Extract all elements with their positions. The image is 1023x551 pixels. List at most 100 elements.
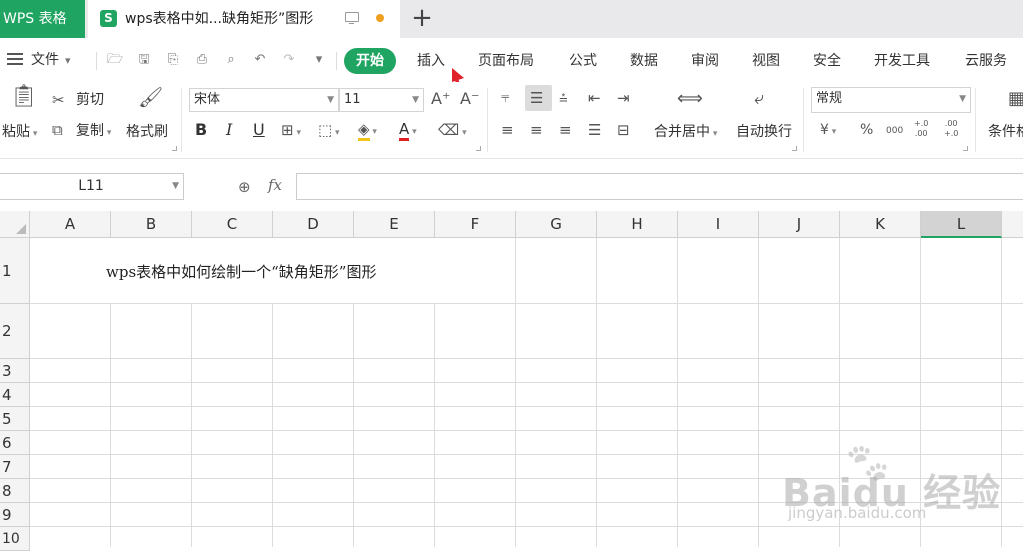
tab-review[interactable]: 审阅 <box>691 48 719 74</box>
column-header-a[interactable]: A <box>30 211 111 238</box>
conditional-format-button[interactable]: 条件格 <box>988 123 1023 141</box>
column-header-l[interactable]: L <box>921 211 1002 238</box>
decrease-decimal-button[interactable]: .00 +.0 <box>944 119 958 139</box>
align-left-icon[interactable]: ≡ <box>501 121 514 139</box>
column-header-h[interactable]: H <box>597 211 678 238</box>
column-header-b[interactable]: B <box>111 211 192 238</box>
percent-format-button[interactable]: % <box>860 121 873 139</box>
formula-input[interactable] <box>296 173 1023 200</box>
save-icon[interactable]: 🖫 <box>136 52 152 68</box>
divider <box>487 88 488 152</box>
currency-format-button[interactable]: ¥ ▾ <box>820 121 836 141</box>
cut-button[interactable]: 剪切 <box>76 91 104 109</box>
tab-data[interactable]: 数据 <box>630 48 658 74</box>
increase-decimal-button[interactable]: +.0 .00 <box>914 119 928 139</box>
chevron-down-icon: ▼ <box>327 95 334 105</box>
column-header-j[interactable]: J <box>759 211 840 238</box>
row-header-10[interactable]: 10 <box>0 527 30 551</box>
tab-security[interactable]: 安全 <box>813 48 841 74</box>
underline-button[interactable]: U <box>253 121 265 139</box>
clear-format-eraser-icon[interactable]: ⌫ ▾ <box>438 121 467 142</box>
monitor-icon[interactable] <box>345 12 359 24</box>
align-center-icon[interactable]: ≡ <box>530 121 543 139</box>
distributed-align-icon[interactable]: ⊟ <box>617 121 630 139</box>
cell-a1-text[interactable]: wps表格中如何绘制一个“缺角矩形”图形 <box>106 261 376 282</box>
tab-page-layout[interactable]: 页面布局 <box>478 48 534 74</box>
row-header-5[interactable]: 5 <box>0 407 30 431</box>
column-header-i[interactable]: I <box>678 211 759 238</box>
fill-color-icon[interactable]: ◈ ▾ <box>358 120 377 141</box>
document-tab-title: wps表格中如...缺角矩形”图形 <box>125 11 314 27</box>
name-box[interactable]: L11 ▼ <box>0 173 184 200</box>
undo-icon[interactable]: ↶ <box>252 52 268 68</box>
file-menu-button[interactable]: 文件 ▾ <box>7 48 71 72</box>
redo-icon[interactable]: ↷ <box>281 52 297 68</box>
align-right-icon[interactable]: ≡ <box>559 121 572 139</box>
font-group-expander[interactable] <box>476 146 481 151</box>
gridline <box>272 304 273 547</box>
insert-function-button[interactable]: fx <box>268 176 282 194</box>
chevron-down-icon: ▼ <box>412 95 419 105</box>
merge-center-button[interactable]: 合并居中 ▾ <box>654 123 717 143</box>
row-header-4[interactable]: 4 <box>0 383 30 407</box>
app-tab-wps-spreadsheet[interactable]: WPS 表格 <box>0 0 85 38</box>
select-all-button[interactable] <box>0 211 30 238</box>
document-tab[interactable]: S wps表格中如...缺角矩形”图形 <box>88 0 400 38</box>
paste-button[interactable]: 粘贴 ▾ <box>2 123 37 143</box>
font-size-select[interactable]: 11 ▼ <box>339 88 424 112</box>
gridline <box>677 238 678 547</box>
row-header-3[interactable]: 3 <box>0 359 30 383</box>
tab-view[interactable]: 视图 <box>752 48 780 74</box>
clipboard-group-expander[interactable] <box>172 146 177 151</box>
column-header-f[interactable]: F <box>435 211 516 238</box>
row-header-2[interactable]: 2 <box>0 304 30 359</box>
font-name-select[interactable]: 宋体 ▼ <box>189 88 339 112</box>
tab-insert[interactable]: 插入 <box>417 48 445 74</box>
wrap-text-button[interactable]: 自动换行 <box>736 123 792 141</box>
copy-button[interactable]: 复制 ▾ <box>76 122 111 142</box>
column-header-d[interactable]: D <box>273 211 354 238</box>
decrease-font-size-button[interactable]: A⁻ <box>460 90 479 108</box>
new-tab-button[interactable]: + <box>410 4 434 34</box>
spreadsheet-grid[interactable]: A B C D E F G H I J K L 1 2 3 4 5 6 7 8 … <box>0 211 1023 551</box>
cell-style-icon[interactable]: ⬚ ▾ <box>318 121 340 142</box>
print-preview-icon[interactable]: ⌕ <box>223 52 239 68</box>
tab-developer[interactable]: 开发工具 <box>874 48 930 74</box>
increase-indent-icon[interactable]: ⇥ <box>617 89 630 107</box>
number-format-select[interactable]: 常规 ▼ <box>811 87 971 113</box>
zoom-magnifier-icon[interactable]: ⊕ <box>238 178 251 196</box>
number-group-expander[interactable] <box>963 146 968 151</box>
format-painter-button[interactable]: 格式刷 <box>126 123 168 141</box>
align-bottom-icon[interactable]: ⩮ <box>559 89 568 107</box>
export-pdf-icon[interactable]: ⎘ <box>165 52 181 68</box>
align-middle-icon[interactable]: ☰ <box>530 89 543 107</box>
paste-icon[interactable]: 📋︎ <box>10 86 38 108</box>
align-top-icon[interactable]: ⫧ <box>501 88 509 106</box>
font-color-icon[interactable]: A ▾ <box>399 120 417 141</box>
alignment-group-expander[interactable] <box>792 146 797 151</box>
bold-button[interactable]: B <box>195 121 207 139</box>
column-header-c[interactable]: C <box>192 211 273 238</box>
justify-icon[interactable]: ☰ <box>588 121 601 139</box>
italic-button[interactable]: I <box>226 121 232 139</box>
borders-icon[interactable]: ⊞ ▾ <box>281 121 301 142</box>
conditional-format-icon: ▦ <box>1008 88 1023 109</box>
row-header-7[interactable]: 7 <box>0 455 30 479</box>
tab-cloud-services[interactable]: 云服务 <box>965 48 1007 74</box>
increase-font-size-button[interactable]: A⁺ <box>431 90 450 108</box>
row-header-8[interactable]: 8 <box>0 479 30 503</box>
column-header-e[interactable]: E <box>354 211 435 238</box>
open-folder-icon[interactable]: 🗁 <box>107 52 123 68</box>
customize-toolbar-chevron-icon[interactable]: ▾ <box>311 52 327 68</box>
tab-formulas[interactable]: 公式 <box>569 48 597 74</box>
column-header-g[interactable]: G <box>516 211 597 238</box>
decrease-indent-icon[interactable]: ⇤ <box>588 89 601 107</box>
tab-home[interactable]: 开始 <box>344 48 396 74</box>
row-header-1[interactable]: 1 <box>0 238 30 304</box>
row-header-6[interactable]: 6 <box>0 431 30 455</box>
column-header-k[interactable]: K <box>840 211 921 238</box>
row-header-9[interactable]: 9 <box>0 503 30 527</box>
print-icon[interactable]: ⎙ <box>194 52 210 68</box>
thousands-separator-button[interactable]: 000 <box>886 122 903 140</box>
divider <box>96 52 97 70</box>
